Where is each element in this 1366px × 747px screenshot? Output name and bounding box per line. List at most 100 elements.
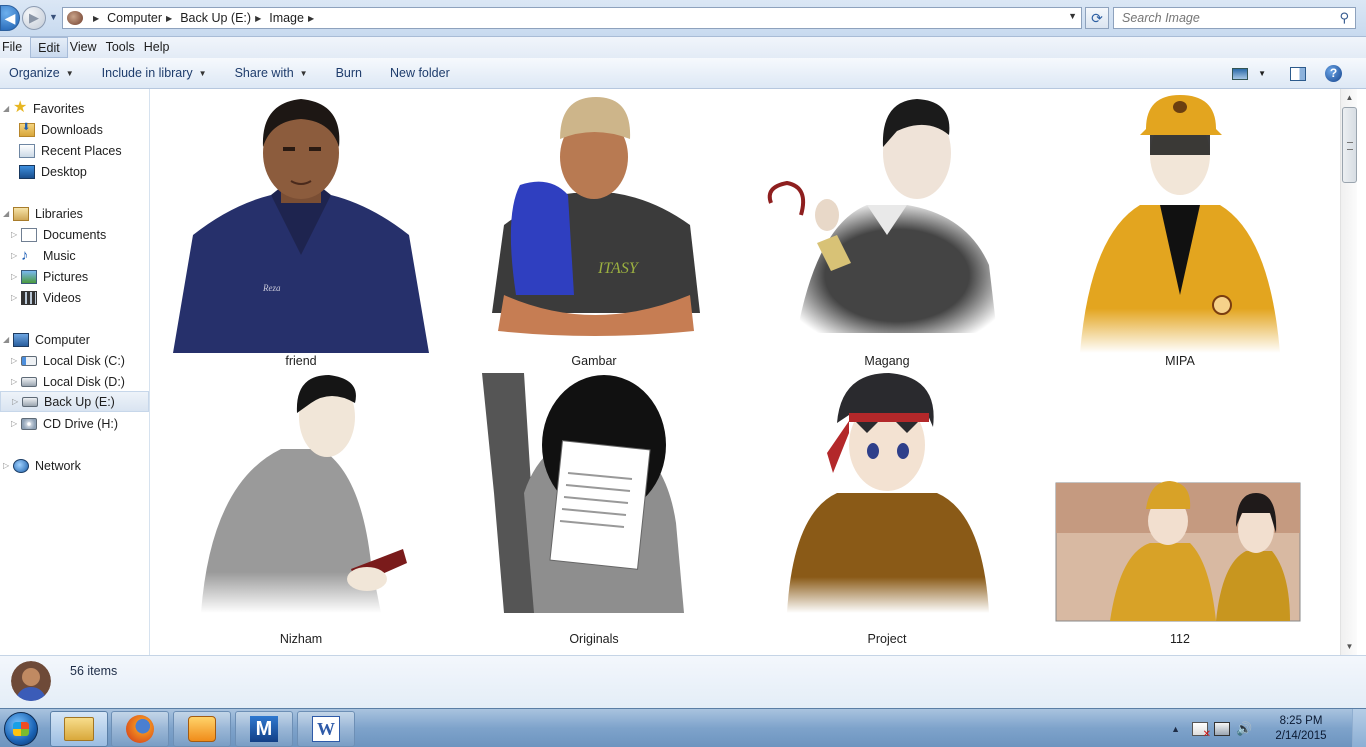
refresh-button[interactable]: ⟳ (1085, 7, 1109, 29)
clock[interactable]: 8:25 PM 2/14/2015 (1264, 714, 1338, 744)
preview-pane-icon[interactable] (1290, 66, 1306, 81)
file-item-112[interactable]: 112 (1050, 373, 1310, 646)
organize-label: Organize (9, 66, 60, 80)
pictures-icon (21, 269, 37, 284)
breadcrumb-computer[interactable]: Computer (107, 11, 162, 25)
menu-help[interactable]: Help (143, 37, 177, 58)
clock-date: 2/14/2015 (1275, 729, 1327, 742)
new-folder-button[interactable]: New folder (390, 66, 450, 80)
start-button[interactable] (0, 709, 42, 747)
nav-item-desktop[interactable]: Desktop (0, 161, 149, 182)
collapse-arrow-icon[interactable]: ▷ (11, 293, 21, 302)
chevron-down-icon[interactable]: ▼ (1258, 69, 1266, 78)
nav-label: Local Disk (D:) (43, 374, 125, 389)
taskbar-firefox[interactable] (111, 711, 169, 747)
nav-item-cd-drive-h[interactable]: ▷ CD Drive (H:) (0, 413, 149, 434)
show-hidden-icons-arrow[interactable]: ▲ (1171, 724, 1180, 734)
show-desktop-button[interactable] (1352, 709, 1366, 747)
breadcrumb-backup-drive[interactable]: Back Up (E:) (180, 11, 251, 25)
nav-item-local-disk-d[interactable]: ▷ Local Disk (D:) (0, 371, 149, 392)
nav-item-videos[interactable]: ▷ Videos (0, 287, 149, 308)
collapse-arrow-icon[interactable]: ▷ (11, 356, 21, 365)
menu-tools[interactable]: Tools (105, 37, 142, 58)
nav-item-recent-places[interactable]: Recent Places (0, 140, 149, 161)
expand-arrow-icon[interactable]: ◢ (3, 104, 13, 113)
network-status-icon[interactable] (1214, 721, 1230, 736)
share-with-button[interactable]: Share with ▼ (235, 66, 308, 80)
file-item-friend[interactable]: Reza friend (171, 95, 431, 368)
scroll-up-arrow[interactable]: ▲ (1341, 89, 1358, 106)
file-item-magang[interactable]: Magang (757, 95, 1017, 368)
windows-logo-icon (4, 711, 38, 746)
action-center-flag-icon[interactable] (1192, 721, 1211, 740)
search-input[interactable] (1122, 8, 1332, 28)
organize-button[interactable]: Organize ▼ (9, 66, 74, 80)
collapse-arrow-icon[interactable]: ▷ (11, 272, 21, 281)
chevron-right-icon[interactable]: ▶ (255, 14, 261, 23)
collapse-arrow-icon[interactable]: ▷ (11, 377, 21, 386)
nav-item-back-up-e[interactable]: ▷ Back Up (E:) (0, 391, 149, 412)
libraries-icon (13, 206, 29, 221)
taskbar-explorer[interactable] (50, 711, 108, 747)
taskbar-word[interactable]: W (297, 711, 355, 747)
chevron-down-icon: ▼ (299, 68, 308, 78)
taskbar-m-app[interactable]: M (235, 711, 293, 747)
file-item-gambar[interactable]: ITASY Gambar (464, 95, 724, 368)
address-history-dropdown[interactable]: ▼ (1068, 11, 1077, 21)
search-box[interactable]: ⚲ (1113, 7, 1356, 29)
collapse-arrow-icon[interactable]: ▷ (11, 251, 21, 260)
file-name: MIPA (1165, 354, 1195, 368)
nav-label: Music (43, 248, 76, 263)
vertical-scrollbar[interactable]: ▲ ▼ (1340, 89, 1357, 655)
nav-item-pictures[interactable]: ▷ Pictures (0, 266, 149, 287)
menu-edit[interactable]: Edit (30, 37, 68, 58)
file-item-mipa[interactable]: MIPA (1050, 95, 1310, 368)
recent-pages-dropdown[interactable]: ▼ (49, 12, 58, 22)
svg-text:Reza: Reza (262, 283, 281, 293)
nav-libraries[interactable]: ◢ Libraries (0, 203, 149, 224)
taskbar-media-player[interactable] (173, 711, 231, 747)
file-item-project[interactable]: Project (757, 373, 1017, 646)
documents-icon (21, 227, 37, 242)
help-icon[interactable]: ? (1325, 65, 1342, 82)
collapse-arrow-icon[interactable]: ▷ (11, 230, 21, 239)
burn-button[interactable]: Burn (336, 66, 362, 80)
svg-text:ITASY: ITASY (597, 260, 640, 277)
change-view-icon[interactable] (1232, 67, 1249, 80)
chevron-right-icon[interactable]: ▶ (308, 14, 314, 23)
clock-time: 8:25 PM (1279, 714, 1323, 727)
selected-item-thumbnail (11, 661, 51, 701)
search-icon[interactable]: ⚲ (1339, 10, 1349, 26)
menu-view[interactable]: View (69, 37, 104, 58)
address-box[interactable]: ▶ Computer ▶ Back Up (E:) ▶ Image ▶ ▼ (62, 7, 1082, 29)
file-name: Originals (569, 632, 619, 646)
portrait-blue-shirt-thumbnail: Reza (173, 99, 429, 353)
file-name: Gambar (571, 354, 617, 368)
nav-computer[interactable]: ◢ Computer (0, 329, 149, 350)
chevron-right-icon[interactable]: ▶ (93, 14, 99, 23)
scroll-thumb[interactable] (1342, 107, 1357, 183)
chevron-right-icon[interactable]: ▶ (166, 14, 172, 23)
file-item-originals[interactable]: Originals (464, 373, 724, 646)
nav-network[interactable]: ▷ Network (0, 455, 149, 476)
nav-item-music[interactable]: ▷ ♪ Music (0, 245, 149, 266)
nav-item-documents[interactable]: ▷ Documents (0, 224, 149, 245)
forward-button[interactable]: ▶ (22, 6, 46, 30)
volume-icon[interactable]: 🔊 (1236, 721, 1252, 736)
nav-item-downloads[interactable]: Downloads (0, 119, 149, 140)
scroll-down-arrow[interactable]: ▼ (1341, 638, 1358, 655)
file-item-nizham[interactable]: Nizham (171, 373, 431, 646)
nav-favorites[interactable]: ◢ ★ Favorites (0, 98, 149, 119)
collapse-arrow-icon[interactable]: ▷ (3, 461, 13, 470)
collapse-arrow-icon[interactable]: ▷ (12, 397, 22, 406)
expand-arrow-icon[interactable]: ◢ (3, 335, 13, 344)
expand-arrow-icon[interactable]: ◢ (3, 209, 13, 218)
back-button[interactable]: ◀ (0, 5, 20, 31)
include-in-library-button[interactable]: Include in library ▼ (102, 66, 207, 80)
collapse-arrow-icon[interactable]: ▷ (11, 419, 21, 428)
breadcrumb-image[interactable]: Image (269, 11, 304, 25)
menu-file[interactable]: File (1, 37, 29, 58)
nav-label: Downloads (41, 122, 103, 137)
nav-item-local-disk-c[interactable]: ▷ Local Disk (C:) (0, 350, 149, 371)
computer-icon (13, 332, 29, 347)
